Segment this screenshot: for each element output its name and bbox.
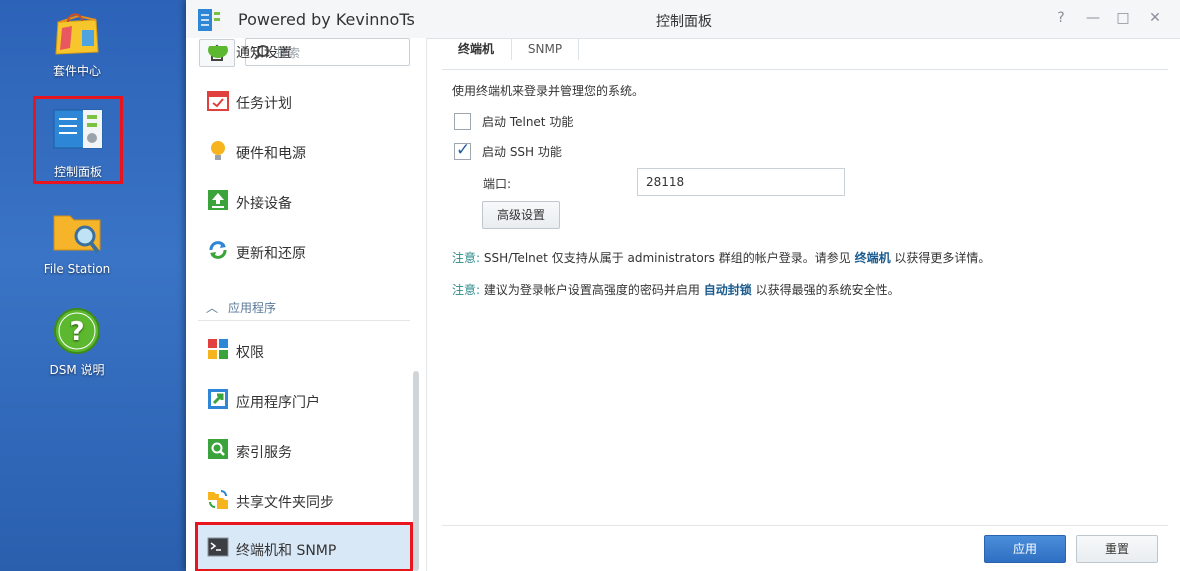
control-panel-window: Powered by KevinnoTs 控制面板 ? — □ ✕ 搜索 通知设… xyxy=(186,0,1180,571)
minimize-button[interactable]: — xyxy=(1084,9,1102,27)
description-text: 使用终端机来登录并管理您的系统。 xyxy=(452,84,645,98)
help-button[interactable]: ? xyxy=(1052,9,1070,27)
desktop-icon-label: File Station xyxy=(43,262,111,276)
sidebar-item-update-restore[interactable]: 更新和还原 xyxy=(198,226,410,276)
sidebar-item-hardware-power[interactable]: 硬件和电源 xyxy=(198,126,410,176)
maximize-button[interactable]: □ xyxy=(1114,9,1132,27)
ssh-checkbox[interactable]: ✓ xyxy=(454,140,471,160)
sidebar: 搜索 通知设置 任务计划 硬件和电源 外接设备 更新和还原 ︿ 应用程序 权限 … xyxy=(186,38,427,571)
sidebar-scrollbar[interactable] xyxy=(413,371,419,571)
note-text: 以获得最强的系统安全性。 xyxy=(755,283,900,297)
sidebar-item-privileges[interactable]: 权限 xyxy=(198,325,410,375)
shopping-bag-icon xyxy=(52,8,102,56)
terminal-icon xyxy=(207,537,229,557)
lightbulb-icon xyxy=(211,141,225,160)
note-password-security: 注意: 建议为登录帐户设置高强度的密码并启用 自动封锁 以获得最强的系统安全性。 xyxy=(452,281,900,298)
desktop-icon-label: 控制面板 xyxy=(53,165,102,179)
folder-sync-icon xyxy=(208,490,228,509)
sidebar-item-shared-folder-sync[interactable]: 共享文件夹同步 xyxy=(198,475,410,525)
tab-terminal[interactable]: 终端机 xyxy=(442,38,510,69)
desktop-icon-file-station[interactable]: File Station xyxy=(27,208,127,276)
help-icon: ? xyxy=(52,307,102,355)
sidebar-item-application-portal[interactable]: 应用程序门户 xyxy=(198,375,410,425)
sidebar-item-indexing-service[interactable]: 索引服务 xyxy=(198,425,410,475)
desktop-icon-package-center[interactable]: 套件中心 xyxy=(27,8,127,79)
desktop-icon-label: 套件中心 xyxy=(52,64,101,78)
tab-snmp[interactable]: SNMP xyxy=(514,38,576,68)
close-button[interactable]: ✕ xyxy=(1146,9,1164,27)
chevron-up-icon[interactable]: ︿ xyxy=(206,299,218,316)
advanced-settings-button[interactable]: 高级设置 xyxy=(482,201,560,229)
note-label: 注意: xyxy=(452,251,481,265)
apply-button[interactable]: 应用 xyxy=(984,535,1066,563)
section-header-applications[interactable]: 应用程序 xyxy=(228,299,276,316)
main-content: 终端机 SNMP 使用终端机来登录并管理您的系统。 启动 Telnet 功能 ✓… xyxy=(442,38,1168,571)
control-panel-icon xyxy=(53,109,103,157)
sidebar-item-task-scheduler[interactable]: 任务计划 xyxy=(198,76,410,126)
note-label: 注意: xyxy=(452,283,481,297)
svg-text:?: ? xyxy=(69,317,84,347)
checkmark-icon: ✓ xyxy=(456,140,471,160)
reset-button[interactable]: 重置 xyxy=(1076,535,1158,563)
port-label: 端口: xyxy=(483,177,512,191)
note-text: SSH/Telnet 仅支持从属于 administrators 群组的帐户登录… xyxy=(483,251,851,265)
note-text: 建议为登录帐户设置高强度的密码并启用 xyxy=(483,283,700,297)
window-title: Powered by KevinnoTs xyxy=(238,10,415,29)
telnet-label[interactable]: 启动 Telnet 功能 xyxy=(482,113,573,130)
terminal-help-link[interactable]: 终端机 xyxy=(855,251,891,265)
desktop-icon-control-panel[interactable]: 控制面板 xyxy=(33,96,123,184)
note-text: 以获得更多详情。 xyxy=(894,251,991,265)
port-input[interactable]: 28118 xyxy=(637,168,845,196)
sidebar-item-notification[interactable]: 通知设置 xyxy=(198,46,410,76)
window-titlebar[interactable]: Powered by KevinnoTs 控制面板 ? — □ ✕ xyxy=(186,0,1180,39)
tab-separator xyxy=(578,38,579,60)
desktop-icon-label: DSM 说明 xyxy=(49,363,105,377)
sidebar-item-terminal-snmp[interactable]: 终端机和 SNMP xyxy=(195,522,413,571)
auto-block-link[interactable]: 自动封锁 xyxy=(704,283,752,297)
folder-search-icon xyxy=(52,208,102,256)
tab-bar: 终端机 SNMP xyxy=(442,38,1168,70)
index-search-icon xyxy=(208,439,228,459)
ssh-label[interactable]: 启动 SSH 功能 xyxy=(482,143,562,160)
desktop-icon-dsm-help[interactable]: ? DSM 说明 xyxy=(27,307,127,378)
tab-separator xyxy=(511,38,512,60)
app-logo-icon xyxy=(198,9,222,31)
note-ssh-permission: 注意: SSH/Telnet 仅支持从属于 administrators 群组的… xyxy=(452,249,990,266)
footer-divider xyxy=(442,525,1168,526)
section-divider xyxy=(198,320,410,321)
window-app-title: 控制面板 xyxy=(656,14,712,30)
portal-arrow-icon xyxy=(208,389,228,409)
calendar-icon xyxy=(207,91,229,111)
upload-icon xyxy=(208,190,228,210)
privileges-icon xyxy=(208,339,228,359)
sidebar-item-external-devices[interactable]: 外接设备 xyxy=(198,176,410,226)
refresh-icon xyxy=(209,241,227,259)
chat-bubble-icon xyxy=(208,46,228,58)
telnet-checkbox[interactable] xyxy=(454,113,471,130)
